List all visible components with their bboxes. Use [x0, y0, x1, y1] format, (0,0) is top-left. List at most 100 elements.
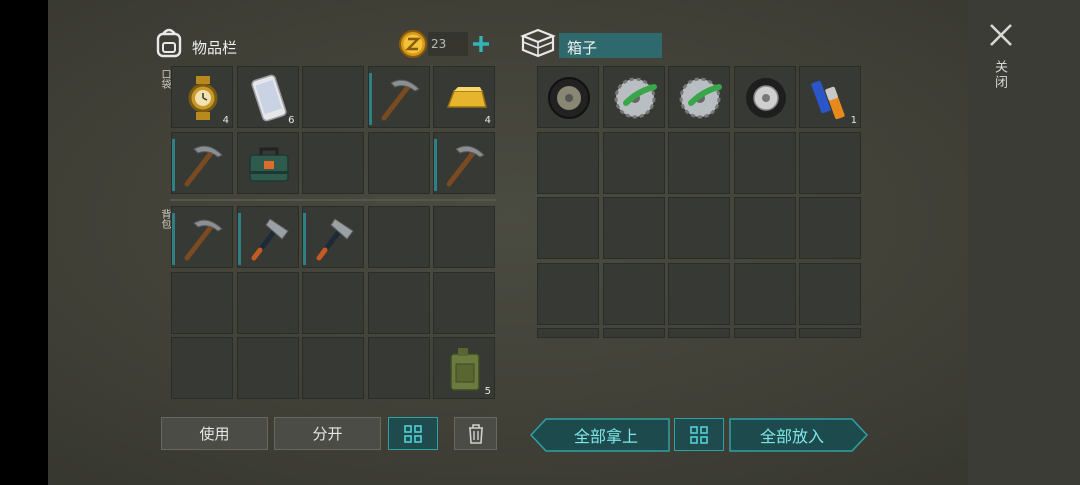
box-slot[interactable] [733, 262, 796, 325]
pocket-slot[interactable] [433, 131, 495, 194]
smartphone-icon [250, 74, 287, 122]
box-slot[interactable] [537, 328, 599, 338]
pickaxe-icon [184, 145, 223, 186]
box-slot[interactable] [799, 328, 861, 338]
take-all-button[interactable]: 全部拿上 [545, 418, 667, 451]
item-quantity: 5 [484, 386, 491, 397]
sort-box-button[interactable] [674, 418, 724, 451]
pickaxe-icon [446, 145, 485, 186]
backpack-slot[interactable] [367, 206, 430, 268]
durability-bar [172, 138, 175, 191]
section-divider [170, 199, 497, 201]
backpack-slot[interactable] [302, 206, 364, 268]
box-slot[interactable] [733, 131, 796, 194]
backpack-slot[interactable] [236, 337, 299, 399]
box-slot[interactable] [668, 66, 730, 128]
box-slot[interactable] [733, 66, 796, 128]
pocket-slot[interactable]: 6 [236, 66, 299, 128]
item-quantity: 1 [850, 115, 857, 126]
box-slot[interactable] [733, 197, 796, 259]
coin-icon [399, 30, 427, 58]
backpack-slot[interactable] [367, 337, 430, 399]
gold-watch-icon [188, 76, 218, 120]
add-coins-button[interactable] [471, 34, 491, 54]
box-slot[interactable] [602, 328, 665, 338]
box-title: 箱子 [567, 39, 598, 57]
gold-bar-icon [446, 87, 487, 108]
fuel-canister-icon [450, 348, 480, 391]
backpack-slot[interactable] [433, 271, 495, 334]
backpack-slot[interactable] [236, 271, 299, 334]
pocket-slot[interactable] [367, 66, 430, 128]
backpack-icon [156, 28, 182, 58]
durability-bar [303, 213, 306, 265]
inventory-title: 物品栏 [192, 39, 238, 57]
put-all-button[interactable]: 全部放入 [731, 418, 853, 451]
trash-icon [468, 423, 483, 444]
box-slot[interactable] [668, 197, 730, 259]
backpack-slot[interactable] [367, 271, 430, 334]
box-slot[interactable] [602, 131, 665, 194]
box-icon [520, 28, 556, 58]
backpack-slot[interactable] [171, 271, 233, 334]
box-slot[interactable] [668, 131, 730, 194]
wheel-icon [745, 78, 786, 118]
batteries-icon [811, 80, 845, 120]
durability-bar [434, 138, 437, 191]
pockets-label: 口袋 [159, 69, 170, 89]
box-slot[interactable] [537, 262, 599, 325]
box-slot[interactable] [602, 197, 665, 259]
backpack-slot[interactable] [433, 206, 495, 268]
tire-icon [548, 77, 590, 119]
backpack-slot[interactable] [302, 271, 364, 334]
coin-count-bg [428, 32, 468, 56]
box-slot[interactable] [668, 328, 730, 338]
use-button[interactable]: 使用 [161, 417, 268, 450]
toolbox-icon [248, 147, 289, 182]
box-slot[interactable] [799, 197, 861, 259]
pocket-slot[interactable] [171, 131, 233, 194]
hatchet-icon [316, 218, 354, 261]
grid-icon [404, 424, 422, 443]
box-slot[interactable] [799, 131, 861, 194]
pickaxe-icon [381, 79, 420, 121]
close-label[interactable]: 关闭 [990, 60, 1009, 90]
hatchet-icon [251, 218, 289, 261]
pocket-slot[interactable]: 4 [171, 66, 233, 128]
item-quantity: 6 [288, 115, 295, 126]
backpack-slot[interactable] [236, 206, 299, 268]
box-slot[interactable] [602, 66, 665, 128]
backpack-slot[interactable] [171, 206, 233, 268]
item-quantity: 4 [484, 115, 491, 126]
pocket-slot[interactable] [302, 131, 364, 194]
box-slot[interactable] [799, 262, 861, 325]
box-slot[interactable] [602, 262, 665, 325]
box-slot[interactable] [537, 197, 599, 259]
box-slot[interactable] [668, 262, 730, 325]
saw-blade-icon [679, 77, 722, 119]
pickaxe-icon [184, 219, 223, 261]
pocket-slot[interactable] [302, 66, 364, 128]
backpack-slot[interactable]: 5 [433, 337, 495, 399]
close-icon[interactable] [988, 22, 1014, 48]
durability-bar [368, 73, 372, 125]
sort-inventory-button[interactable] [388, 417, 438, 450]
item-quantity: 4 [222, 115, 229, 126]
pocket-slot[interactable] [367, 131, 430, 194]
durability-bar [172, 213, 175, 265]
split-button[interactable]: 分开 [274, 417, 381, 450]
side-panel [968, 0, 1080, 485]
backpack-slot[interactable] [171, 337, 233, 399]
backpack-slot[interactable] [302, 337, 364, 399]
pocket-slot[interactable] [236, 131, 299, 194]
box-slot[interactable] [537, 66, 599, 128]
pocket-slot[interactable]: 4 [433, 66, 495, 128]
box-slot[interactable] [537, 131, 599, 194]
trash-button[interactable] [454, 417, 497, 450]
saw-blade-icon [614, 77, 657, 119]
grid-icon [690, 425, 708, 444]
box-slot[interactable]: 1 [799, 66, 861, 128]
backpack-label: 背包 [159, 209, 170, 229]
box-slot[interactable] [733, 328, 796, 338]
durability-bar [237, 213, 241, 265]
